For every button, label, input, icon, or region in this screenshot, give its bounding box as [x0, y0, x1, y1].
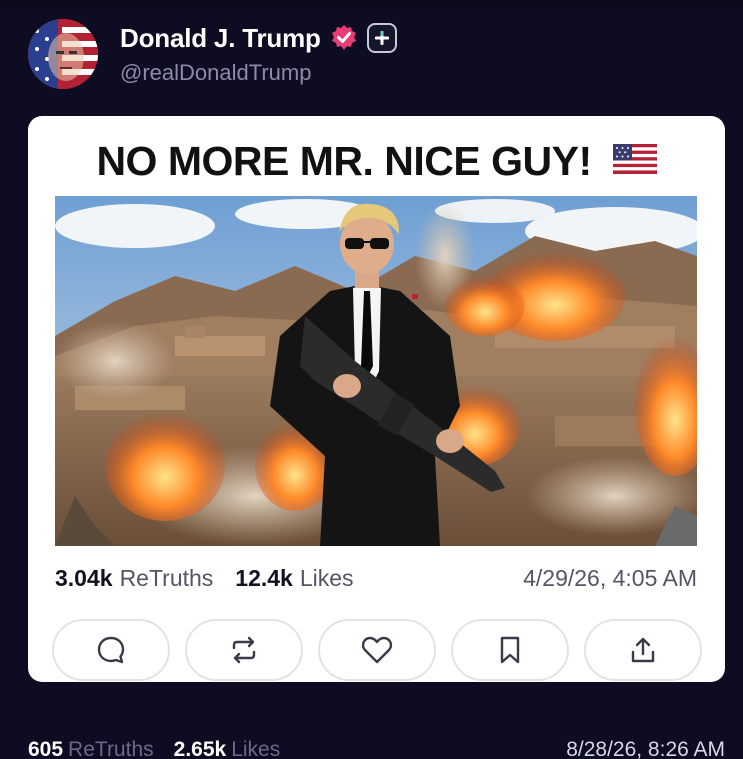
next-post-timestamp: 8/28/26, 8:26 AM: [566, 738, 725, 759]
heart-icon: [361, 636, 393, 664]
verified-badge-icon: [329, 23, 359, 53]
likes-count[interactable]: 12.4k: [235, 565, 293, 592]
next-likes-label[interactable]: Likes: [231, 738, 280, 759]
plus-icon: [374, 31, 389, 45]
post-actions: [52, 619, 702, 681]
headline-text: NO MORE MR. NICE GUY!: [96, 138, 592, 184]
post-card: NO MORE MR. NICE GUY! 3.04k ReTruths 12.…: [28, 116, 725, 682]
post-stats: 3.04k ReTruths 12.4k Likes 4/29/26, 4:05…: [55, 563, 697, 593]
flag-face-avatar-icon: [28, 19, 98, 89]
author-avatar[interactable]: [28, 19, 98, 89]
next-retruths-label[interactable]: ReTruths: [68, 738, 154, 759]
next-likes-count[interactable]: 2.65k: [174, 738, 227, 759]
post-timestamp: 4/29/26, 4:05 AM: [523, 564, 697, 591]
retruths-label[interactable]: ReTruths: [120, 565, 214, 592]
author-name-row: Donald J. Trump: [120, 23, 397, 54]
post-image[interactable]: [55, 196, 697, 546]
post-headline: NO MORE MR. NICE GUY!: [28, 138, 725, 188]
bookmark-icon: [500, 636, 520, 664]
like-button[interactable]: [318, 619, 436, 681]
next-stat-spacer: [154, 738, 174, 759]
top-edge: [0, 0, 743, 8]
retruths-count[interactable]: 3.04k: [55, 565, 113, 592]
post-image-illustration: [55, 196, 697, 546]
author-info: Donald J. Trump @realDonaldTrump: [120, 23, 397, 86]
next-post-stats: 605 ReTruths 2.65k Likes 8/28/26, 8:26 A…: [28, 738, 725, 759]
retruth-button[interactable]: [185, 619, 303, 681]
share-icon: [631, 637, 655, 663]
follow-button[interactable]: [366, 23, 397, 53]
post-header: Donald J. Trump @realDonaldTrump: [28, 18, 397, 90]
likes-label[interactable]: Likes: [300, 565, 354, 592]
bookmark-button[interactable]: [451, 619, 569, 681]
truth-social-post-view: Donald J. Trump @realDonaldTrump NO MORE…: [0, 0, 743, 759]
repost-icon: [232, 636, 256, 664]
us-flag-icon: [612, 137, 657, 184]
reply-button[interactable]: [52, 619, 170, 681]
share-button[interactable]: [584, 619, 702, 681]
next-retruths-count[interactable]: 605: [28, 738, 63, 759]
author-display-name[interactable]: Donald J. Trump: [120, 23, 321, 54]
comment-icon: [97, 636, 125, 664]
author-handle[interactable]: @realDonaldTrump: [120, 60, 397, 86]
